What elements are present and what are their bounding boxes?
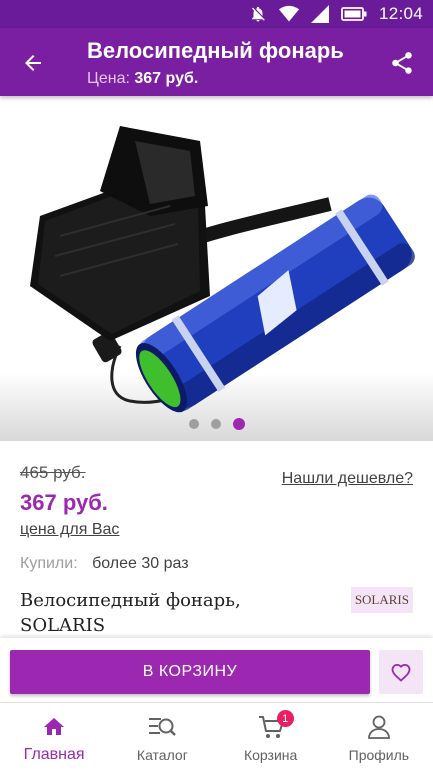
price-for-you-link[interactable]: цена для Вас [20, 521, 119, 539]
nav-item-catalog[interactable]: Каталог [108, 703, 216, 770]
action-bar: В КОРЗИНУ [0, 638, 433, 702]
favorite-button[interactable] [379, 650, 423, 694]
gallery-pagination [0, 418, 433, 430]
profile-icon [367, 715, 390, 739]
cart-badge: 1 [276, 710, 294, 727]
status-bar: 12:04 [0, 0, 433, 28]
brand-badge[interactable]: SOLARIS [350, 587, 413, 613]
page-title: Велосипедный фонарь [87, 38, 344, 63]
back-button[interactable] [18, 48, 48, 78]
found-cheaper-link[interactable]: Нашли дешевле? [282, 470, 413, 488]
gallery-dot[interactable] [188, 419, 199, 429]
nav-item-cart[interactable]: 1 Корзина [217, 703, 325, 770]
share-button[interactable] [387, 48, 417, 78]
bought-label: Купили: [20, 555, 78, 572]
current-price: 367 руб. [20, 490, 108, 515]
gallery-dot-active[interactable] [232, 418, 245, 430]
header-price-label: Цена: [87, 70, 130, 87]
header-price-value: 367 руб. [134, 70, 199, 87]
status-time: 12:04 [378, 4, 423, 23]
app-bar: Велосипедный фонарь Цена: 367 руб. [0, 28, 433, 96]
nav-label-home: Главная [23, 746, 85, 763]
home-icon [44, 718, 65, 735]
heart-icon [391, 663, 411, 682]
bought-value: более 30 раз [92, 555, 189, 572]
nav-label-catalog: Каталог [136, 747, 188, 763]
arrow-back-icon [25, 55, 41, 71]
notifications-off-icon [251, 6, 265, 22]
product-gallery[interactable] [0, 96, 433, 441]
add-to-cart-button[interactable]: В КОРЗИНУ [10, 650, 370, 694]
nav-label-profile: Профиль [348, 747, 410, 763]
bought-count: Купили: более 30 раз [20, 555, 189, 573]
nav-item-home[interactable]: Главная [0, 703, 108, 770]
battery-icon [341, 7, 367, 21]
catalog-search-icon [149, 718, 177, 736]
wifi-icon [278, 5, 299, 22]
gallery-dot[interactable] [210, 419, 221, 429]
share-icon [392, 52, 412, 74]
header-price: Цена: 367 руб. [87, 70, 198, 88]
cellular-signal-icon [310, 5, 329, 23]
product-name: Велосипедный фонарь, SOLARIS [20, 590, 241, 636]
old-price: 465 руб. [20, 463, 86, 482]
nav-label-cart: Корзина [243, 747, 298, 763]
bottom-navigation: Главная Каталог 1 Корзина Профиль [0, 702, 433, 770]
nav-item-profile[interactable]: Профиль [325, 703, 433, 770]
product-image [30, 126, 415, 413]
